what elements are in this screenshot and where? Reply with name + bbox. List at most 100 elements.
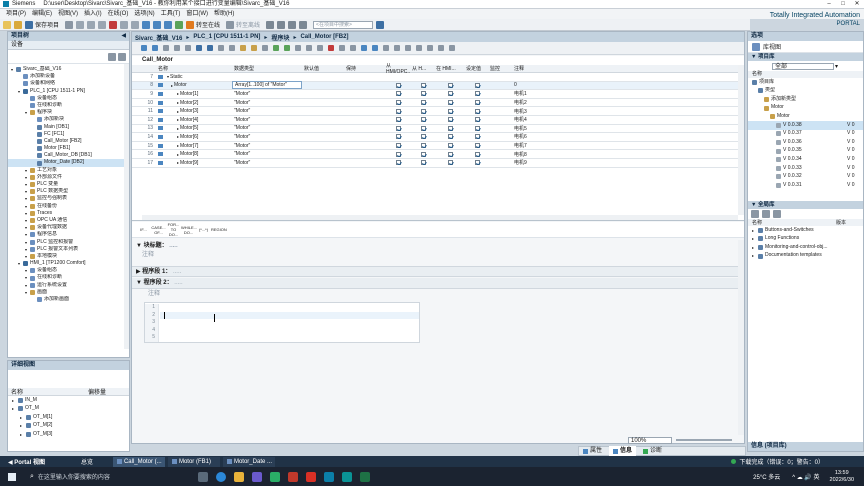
print-icon[interactable] — [65, 20, 74, 29]
interface-name-cell[interactable]: ▸ Motor[5] — [156, 125, 232, 131]
editor-tool-icon[interactable] — [152, 45, 158, 51]
tree-item[interactable]: ▾ Traces — [8, 210, 129, 217]
checkbox[interactable] — [447, 134, 453, 140]
editor-tool-icon[interactable] — [361, 45, 367, 51]
row-expander-icon[interactable]: ▸ — [166, 109, 180, 114]
scl-code-editor[interactable]: 12345 — [144, 302, 420, 343]
upload-icon[interactable] — [164, 20, 173, 29]
interface-col-header[interactable]: 监控 — [488, 65, 512, 72]
excel-icon[interactable] — [359, 471, 370, 482]
checkbox[interactable] — [420, 143, 426, 149]
editor-tool-icon[interactable] — [218, 45, 224, 51]
editor-tool-icon[interactable] — [207, 45, 213, 51]
start-cpu-icon[interactable] — [277, 20, 286, 29]
network-2-title[interactable]: ..... — [174, 280, 182, 286]
zoom-select[interactable]: 100% — [628, 436, 672, 444]
tree-item[interactable]: FC [FC1] — [8, 131, 129, 138]
editor-tool-icon[interactable] — [163, 45, 169, 51]
global-library-header[interactable]: ▼ 全局库 — [748, 201, 863, 209]
data-type-cell[interactable]: "Motor" — [232, 91, 302, 97]
checkbox[interactable] — [474, 151, 480, 157]
row-expander-icon[interactable]: ▸ — [166, 126, 180, 131]
editor-tool-icon[interactable] — [185, 45, 191, 51]
tree-item[interactable]: 设备和网络 — [8, 80, 129, 87]
data-type-cell[interactable]: "Motor" — [232, 117, 302, 123]
tree-item[interactable]: Motor_Date [DB2] — [8, 159, 129, 167]
checkbox[interactable] — [395, 151, 401, 157]
tree-item[interactable]: ▾ PLC 数据类型 — [8, 188, 129, 195]
editor-tool-icon[interactable] — [141, 45, 147, 51]
store-icon[interactable] — [251, 471, 262, 482]
info-project-library-header[interactable]: 信息 (项目库) — [748, 442, 863, 451]
data-type-cell[interactable]: "Motor" — [232, 125, 302, 131]
editor-tool-icon[interactable] — [196, 45, 202, 51]
checkbox[interactable] — [447, 108, 453, 114]
interface-row[interactable]: 7 ▾ Static — [132, 73, 744, 82]
interface-name-cell[interactable]: ▸ Motor[8] — [156, 151, 232, 157]
redo-icon[interactable] — [131, 20, 140, 29]
row-expander-icon[interactable]: ▸ — [166, 143, 180, 148]
tree-item[interactable]: ▾ 画面 — [8, 289, 129, 296]
details-item[interactable]: ▸ OT_M[2] — [8, 422, 129, 431]
library-item[interactable]: V 0.0.36 V 0 — [748, 138, 863, 147]
global-lib-update-icon[interactable] — [773, 210, 781, 218]
interface-h-scrollbar[interactable] — [142, 215, 738, 220]
tray-icons[interactable]: ^ ☁ 🔊 英 — [792, 472, 819, 481]
row-expander-icon[interactable]: ▸ — [166, 160, 180, 165]
checkbox[interactable] — [395, 143, 401, 149]
tree-item[interactable]: Call_Motor [FB2] — [8, 138, 129, 145]
global-library-item[interactable]: ▸ Buttons-and-Switches — [748, 226, 863, 235]
row-expander-icon[interactable]: ▸ — [166, 91, 180, 96]
checkbox[interactable] — [395, 108, 401, 114]
network-2-header[interactable]: ▼ 程序段 2： ..... — [132, 278, 744, 289]
editor-v-scrollbar[interactable] — [738, 240, 744, 435]
row-expander-icon[interactable]: ▸ — [166, 152, 180, 157]
library-item[interactable]: Motor — [748, 104, 863, 113]
save-icon[interactable] — [25, 20, 33, 29]
expand-block-title-icon[interactable]: ▼ — [136, 243, 144, 249]
tree-item[interactable]: Motor [FB1] — [8, 145, 129, 152]
interface-name-cell[interactable]: ▸ Motor[1] — [156, 91, 232, 97]
clock[interactable]: 13:59 2022/6/30 — [830, 470, 854, 484]
tree-item[interactable]: ▾ 程序信息 — [8, 231, 129, 238]
interface-col-header[interactable]: 数据类型 — [232, 65, 302, 72]
checkbox[interactable] — [474, 82, 480, 88]
interface-col-header[interactable]: 保持 — [344, 65, 384, 72]
interface-col-header[interactable]: 名称 — [156, 65, 232, 72]
minimize-button[interactable]: – — [822, 0, 836, 9]
interface-name-cell[interactable]: ▸ Motor[4] — [156, 117, 232, 123]
tia-portal-icon[interactable] — [341, 471, 352, 482]
interface-col-header[interactable]: 从 HMI/OPC... — [384, 62, 410, 75]
checkbox[interactable] — [420, 108, 426, 114]
open-project-icon[interactable] — [14, 20, 22, 29]
tree-item[interactable]: Main [OB1] — [8, 124, 129, 131]
checkbox[interactable] — [395, 91, 401, 97]
editor-tool-icon[interactable] — [317, 45, 323, 51]
menu-item[interactable]: 在线(O) — [108, 9, 129, 19]
pdf-icon[interactable] — [305, 471, 316, 482]
details-item[interactable]: ▸ OT_M[3] — [8, 430, 129, 439]
editor-tool-icon[interactable] — [405, 45, 411, 51]
menu-item[interactable]: 选项(N) — [134, 9, 154, 19]
tree-item[interactable]: ▾ Sivarc_基础_V16 — [8, 66, 129, 73]
wechat-icon[interactable] — [269, 471, 280, 482]
checkbox[interactable] — [447, 160, 453, 166]
portal-view-button[interactable]: ◀ Portal 视图 — [8, 457, 45, 466]
editor-tool-icon[interactable] — [438, 45, 444, 51]
close-button[interactable]: ✕ — [850, 0, 864, 9]
editor-tool-icon[interactable] — [251, 45, 257, 51]
interface-row[interactable]: 17 ▸ Motor[9] "Motor" 电机9 — [132, 159, 744, 168]
project-library-header[interactable]: ▼ 项目库 — [748, 53, 863, 61]
details-item[interactable]: ▸ IN_M — [8, 396, 129, 405]
tree-item[interactable]: ▾ PLC 监控和报警 — [8, 239, 129, 246]
go-offline-button[interactable]: 转至离线 — [236, 20, 260, 29]
breadcrumb-item[interactable]: PLC_1 [CPU 1511-1 PN] — [193, 34, 260, 40]
tree-item[interactable]: 设备组态 — [8, 95, 129, 102]
maximize-button[interactable]: □ — [836, 0, 850, 9]
comment-cell[interactable]: 电机7 — [512, 142, 722, 149]
checkbox[interactable] — [447, 151, 453, 157]
checkbox[interactable] — [474, 143, 480, 149]
inspector-tab-1[interactable]: 信息 — [609, 446, 637, 456]
expand-network-2-icon[interactable]: ▼ — [136, 280, 144, 286]
tree-item[interactable]: ▾ 本地模块 — [8, 253, 129, 260]
